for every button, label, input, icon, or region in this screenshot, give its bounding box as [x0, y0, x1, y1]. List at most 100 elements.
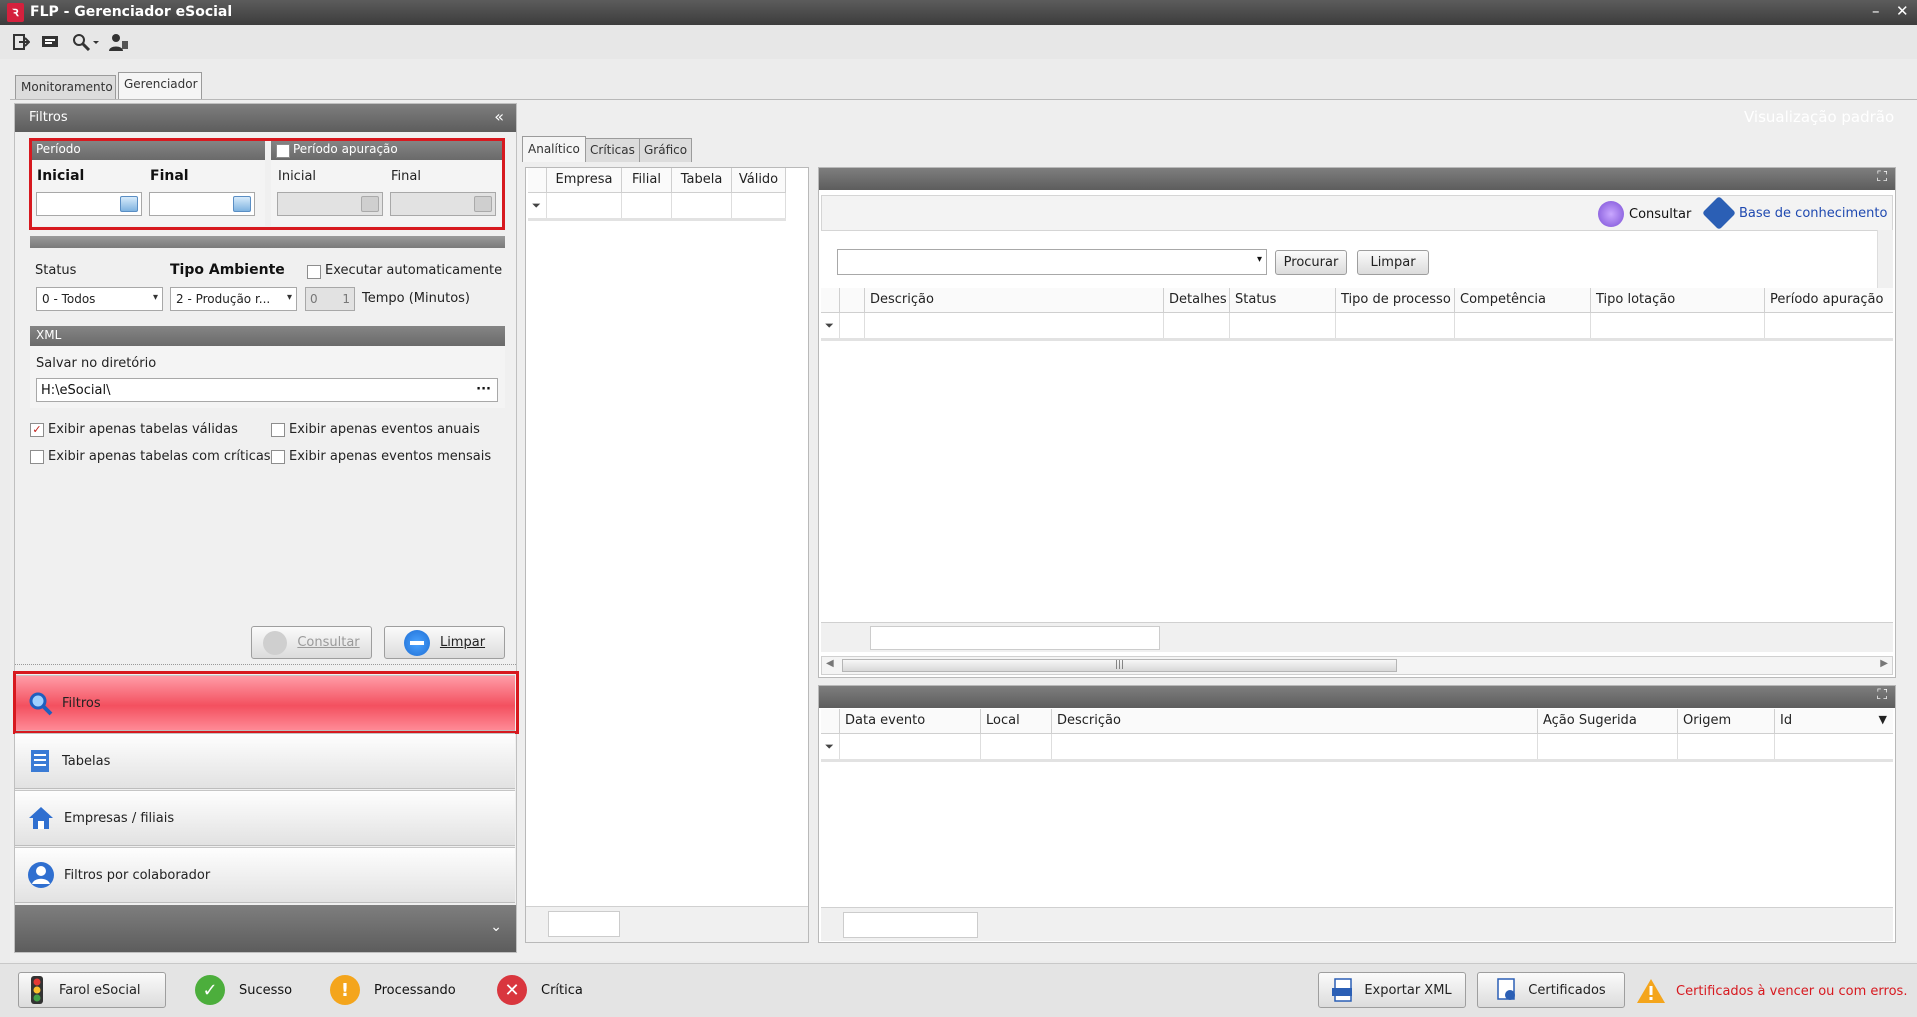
xml-group: XML Salvar no diretório H:\eSocial\ ··· — [30, 326, 505, 408]
limpar-button[interactable]: Limpar — [384, 626, 505, 659]
app-logo-icon: ꝛ — [7, 3, 24, 22]
executar-label: Executar automaticamente — [325, 263, 503, 278]
horizontal-scrollbar[interactable]: ◀ ||| ▶ — [821, 656, 1893, 675]
col-status[interactable]: Status — [1230, 288, 1336, 312]
xml-file-icon — [1332, 978, 1353, 1002]
farol-button[interactable]: Farol eSocial — [18, 972, 166, 1008]
tab-analitico[interactable]: Analítico — [522, 136, 586, 162]
criticas-footer — [821, 907, 1893, 941]
exportar-xml-button[interactable]: Exportar XML — [1318, 972, 1466, 1008]
filter-icon: ⏷ — [821, 734, 840, 759]
filter-icon: ⏷ — [528, 193, 547, 218]
col-tipo-processo[interactable]: Tipo de processo — [1336, 288, 1455, 312]
check-eventos-anuais[interactable] — [271, 423, 285, 437]
col-acao-sugerida[interactable]: Ação Sugerida — [1538, 709, 1678, 733]
tab-grafico[interactable]: Gráfico — [639, 138, 693, 162]
consultar-icon — [263, 630, 288, 655]
consultar-link[interactable]: Consultar — [1598, 201, 1691, 227]
filters-panel-header: Filtros « — [15, 104, 516, 132]
nav-empresas[interactable]: Empresas / filiais — [15, 790, 515, 846]
user-icon[interactable] — [108, 31, 130, 53]
tempo-label: Tempo (Minutos) — [362, 291, 471, 306]
limpar-search-button[interactable]: Limpar — [1357, 250, 1429, 275]
message-icon[interactable] — [40, 31, 62, 53]
filter-icon: ⏷ — [821, 313, 840, 338]
search-icon[interactable] — [70, 31, 102, 53]
alerta-certificados[interactable]: Certificados à vencer ou com erros. — [1636, 978, 1907, 1004]
salvar-diretorio-input[interactable]: H:\eSocial\ ··· — [36, 378, 498, 402]
browse-button[interactable]: ··· — [476, 382, 491, 397]
col-local[interactable]: Local — [981, 709, 1052, 733]
scroll-right-icon[interactable]: ▶ — [1880, 658, 1888, 669]
certificate-icon — [1497, 978, 1516, 1000]
eventos-toolbar: Consultar Base de conhecimento — [821, 195, 1893, 231]
consultar-button[interactable]: Consultar — [251, 626, 372, 659]
legend-processando: ! Processando — [330, 975, 456, 1005]
x-circle-icon: ✕ — [497, 975, 527, 1005]
book-icon — [1702, 196, 1736, 230]
check-tabelas-validas-label: Exibir apenas tabelas válidas — [48, 422, 238, 437]
criticas-panel: ⛶ Data evento Local Descrição Ação Suger… — [818, 685, 1896, 943]
legend-sucesso: ✓ Sucesso — [195, 975, 292, 1005]
status-bar: Farol eSocial ✓ Sucesso ! Processando ✕ … — [0, 963, 1917, 1017]
col-valido[interactable]: Válido — [732, 168, 786, 192]
chevron-down-icon[interactable]: ⌄ — [490, 919, 502, 935]
eventos-panel: ⛶ Consultar Base de conhecimento ▾ Procu… — [818, 167, 1896, 678]
eventos-filter-row[interactable]: ⏷ — [821, 313, 1893, 341]
col-tabela[interactable]: Tabela — [672, 168, 732, 192]
nav-filtros-highlight — [13, 671, 519, 734]
base-conhecimento-link[interactable]: Base de conhecimento — [1702, 196, 1887, 230]
xml-title: XML — [30, 326, 505, 346]
close-button[interactable]: ✕ — [1896, 2, 1909, 20]
executar-checkbox[interactable] — [307, 265, 321, 279]
check-eventos-mensais[interactable] — [271, 450, 285, 464]
col-periodo-apuracao[interactable]: Período apuração — [1765, 288, 1893, 312]
col-filial[interactable]: Filial — [622, 168, 672, 192]
tab-criticas[interactable]: Críticas — [585, 138, 640, 162]
scroll-thumb[interactable]: ||| — [842, 659, 1397, 672]
criticas-filter-row[interactable]: ⏷ — [821, 734, 1893, 762]
tab-monitoramento[interactable]: Monitoramento — [15, 75, 116, 99]
exit-icon[interactable] — [10, 31, 32, 53]
procurar-button[interactable]: Procurar — [1275, 250, 1347, 275]
nav-tabelas[interactable]: Tabelas — [15, 733, 515, 789]
certificados-button[interactable]: Certificados — [1477, 972, 1625, 1008]
status-select[interactable]: 0 - Todos — [36, 287, 163, 311]
status-group-bar — [30, 236, 505, 248]
col-detalhes[interactable]: Detalhes — [1164, 288, 1230, 312]
scroll-left-icon[interactable]: ◀ — [826, 658, 834, 669]
col-descricao[interactable]: Descrição — [865, 288, 1164, 312]
col-descricao-critica[interactable]: Descrição — [1052, 709, 1538, 733]
grid-header: Empresa Filial Tabela Válido — [528, 168, 786, 193]
grid-footer-cell — [548, 911, 620, 937]
nav-filtros-colaborador[interactable]: Filtros por colaborador — [15, 847, 515, 903]
analitico-grid: Empresa Filial Tabela Válido ⏷ — [525, 167, 809, 943]
col-id[interactable]: Id ▼ — [1775, 709, 1893, 733]
check-circle-icon: ✓ — [195, 975, 225, 1005]
eventos-search-select[interactable]: ▾ — [837, 249, 1267, 275]
home-icon — [29, 807, 53, 829]
col-data-evento[interactable]: Data evento — [840, 709, 981, 733]
splitter[interactable] — [15, 664, 516, 668]
tipo-ambiente-select[interactable]: 2 - Produção r... — [170, 287, 297, 311]
filters-panel-title: Filtros — [29, 110, 68, 125]
minimize-button[interactable]: – — [1872, 2, 1880, 20]
check-tabelas-validas[interactable]: ✓ — [30, 423, 44, 437]
chevron-down-icon[interactable]: ▼ — [1879, 713, 1887, 726]
collapse-icon[interactable]: « — [494, 107, 504, 126]
check-tabelas-criticas[interactable] — [30, 450, 44, 464]
grid-filter-row[interactable]: ⏷ — [528, 193, 786, 221]
maximize-icon[interactable]: ⛶ — [1877, 169, 1887, 185]
criticas-grid-header: Data evento Local Descrição Ação Sugerid… — [821, 709, 1893, 734]
col-origem[interactable]: Origem — [1678, 709, 1775, 733]
tab-gerenciador[interactable]: Gerenciador — [118, 72, 202, 100]
table-icon — [31, 750, 49, 772]
col-tipo-lotacao[interactable]: Tipo lotação — [1591, 288, 1765, 312]
status-label: Status — [35, 263, 77, 278]
col-competencia[interactable]: Competência — [1455, 288, 1591, 312]
col-empresa[interactable]: Empresa — [547, 168, 622, 192]
window-title: FLP - Gerenciador eSocial — [30, 4, 233, 20]
view-label[interactable]: Visualização padrão — [1744, 108, 1894, 126]
maximize-icon[interactable]: ⛶ — [1877, 687, 1887, 703]
toolbar-scrollbar[interactable] — [1877, 230, 1893, 288]
